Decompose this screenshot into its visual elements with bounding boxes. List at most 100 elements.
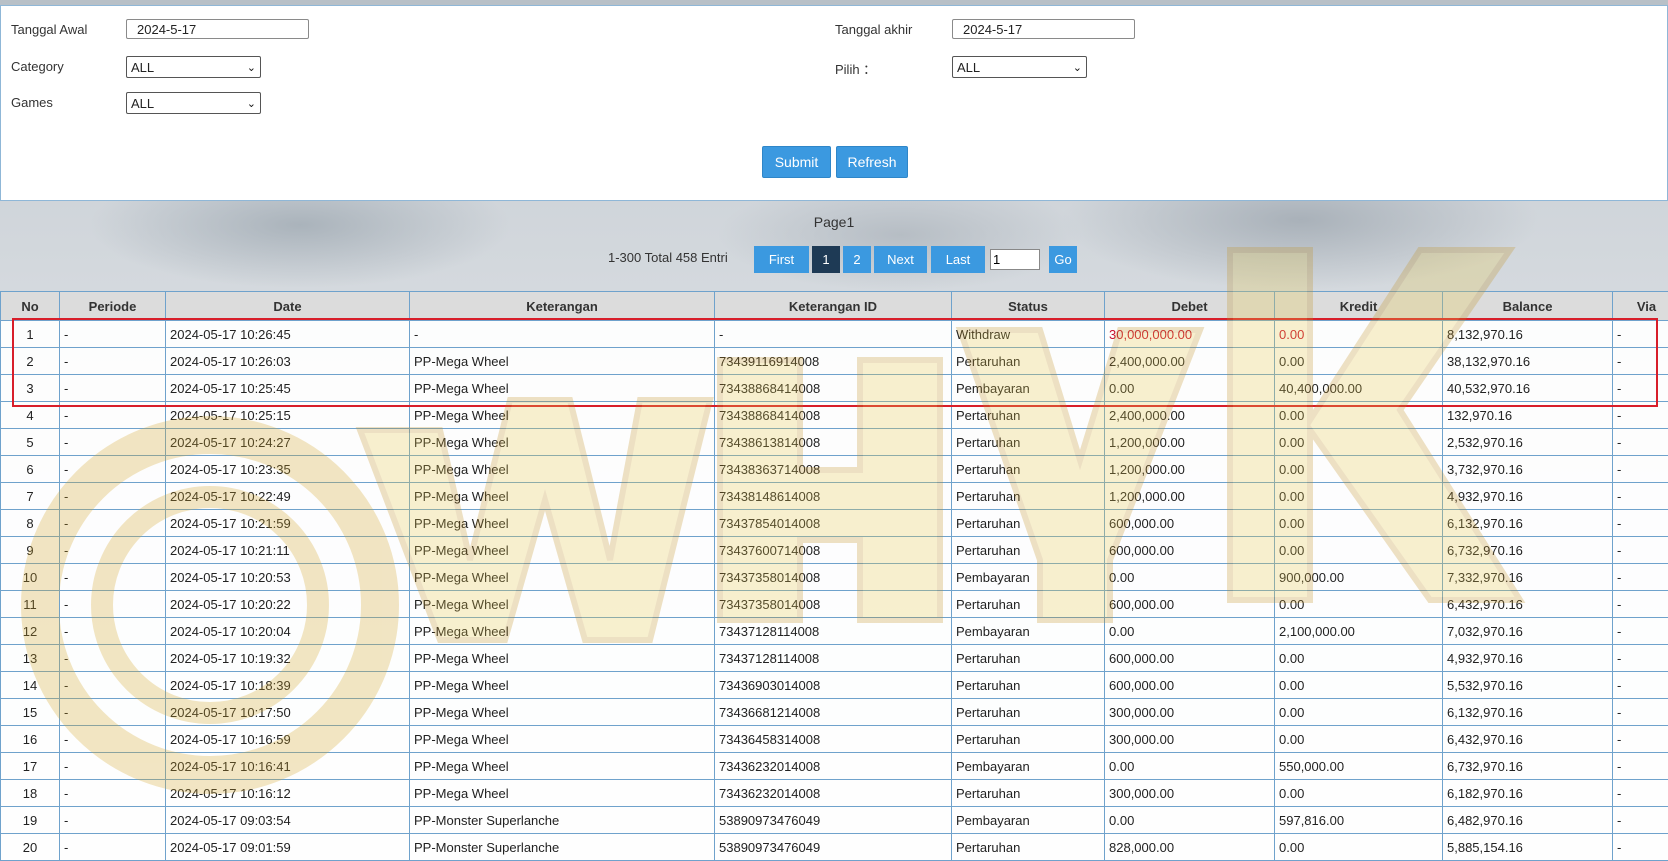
cell-keterangan-id: 73436903014008 (715, 672, 952, 699)
cell-kredit: 0.00 (1275, 321, 1443, 348)
cell-keterangan-id: 73438613814008 (715, 429, 952, 456)
cell-debet: 600,000.00 (1105, 537, 1275, 564)
cell-status: Pertaruhan (952, 510, 1105, 537)
cell-debet: 1,200,000.00 (1105, 429, 1275, 456)
page-number-input[interactable] (990, 249, 1040, 270)
header-date[interactable]: Date (166, 292, 410, 321)
end-date-label: Tanggal akhir (835, 22, 912, 37)
cell-kredit: 0.00 (1275, 645, 1443, 672)
header-status[interactable]: Status (952, 292, 1105, 321)
category-select-value: ALL (131, 60, 154, 75)
cell-keterangan: PP-Mega Wheel (410, 375, 715, 402)
cell-kredit: 0.00 (1275, 591, 1443, 618)
header-no[interactable]: No (1, 292, 60, 321)
last-page-button[interactable]: Last (931, 246, 985, 273)
cell-kredit: 0.00 (1275, 402, 1443, 429)
games-label: Games (11, 95, 53, 110)
category-label: Category (11, 59, 64, 74)
cell-balance: 3,732,970.16 (1443, 456, 1613, 483)
cell-via: - (1613, 672, 1668, 699)
table-row: 14-2024-05-17 10:18:39PP-Mega Wheel73436… (1, 672, 1668, 699)
games-select[interactable]: ALL ⌄ (126, 92, 261, 114)
cell-kredit: 2,100,000.00 (1275, 618, 1443, 645)
header-kredit[interactable]: Kredit (1275, 292, 1443, 321)
cell-keterangan-id: 73437128114008 (715, 645, 952, 672)
page-1-button[interactable]: 1 (812, 246, 840, 273)
cell-keterangan-id: 73436681214008 (715, 699, 952, 726)
category-select[interactable]: ALL ⌄ (126, 56, 261, 78)
cell-no: 5 (1, 429, 60, 456)
pilih-select[interactable]: ALL ⌄ (952, 56, 1087, 78)
cell-no: 11 (1, 591, 60, 618)
table-row: 7-2024-05-17 10:22:49PP-Mega Wheel734381… (1, 483, 1668, 510)
header-via[interactable]: Via (1613, 292, 1668, 321)
cell-debet: 600,000.00 (1105, 672, 1275, 699)
cell-no: 4 (1, 402, 60, 429)
cell-balance: 6,182,970.16 (1443, 780, 1613, 807)
header-keterangan[interactable]: Keterangan (410, 292, 715, 321)
games-select-value: ALL (131, 96, 154, 111)
header-keterangan-id[interactable]: Keterangan ID (715, 292, 952, 321)
page-2-button[interactable]: 2 (843, 246, 871, 273)
cell-keterangan: PP-Mega Wheel (410, 699, 715, 726)
start-date-input[interactable] (126, 19, 309, 39)
cell-kredit: 0.00 (1275, 780, 1443, 807)
header-balance[interactable]: Balance (1443, 292, 1613, 321)
cell-keterangan-id: 73438868414008 (715, 402, 952, 429)
cell-keterangan-id: 73439116914008 (715, 348, 952, 375)
cell-status: Pertaruhan (952, 726, 1105, 753)
header-periode[interactable]: Periode (60, 292, 166, 321)
cell-keterangan-id: 73438148614008 (715, 483, 952, 510)
go-button[interactable]: Go (1049, 246, 1077, 273)
cell-status: Pertaruhan (952, 780, 1105, 807)
cell-periode: - (60, 564, 166, 591)
cell-periode: - (60, 591, 166, 618)
cell-via: - (1613, 348, 1668, 375)
cell-balance: 6,132,970.16 (1443, 510, 1613, 537)
cell-no: 19 (1, 807, 60, 834)
cell-periode: - (60, 726, 166, 753)
cell-kredit: 0.00 (1275, 483, 1443, 510)
header-debet[interactable]: Debet (1105, 292, 1275, 321)
cell-date: 2024-05-17 10:20:04 (166, 618, 410, 645)
cell-keterangan-id: 53890973476049 (715, 834, 952, 861)
refresh-button[interactable]: Refresh (836, 146, 908, 178)
cell-keterangan: PP-Mega Wheel (410, 672, 715, 699)
cell-via: - (1613, 564, 1668, 591)
cell-balance: 132,970.16 (1443, 402, 1613, 429)
cell-keterangan-id: 73436458314008 (715, 726, 952, 753)
cell-debet: 0.00 (1105, 564, 1275, 591)
cell-via: - (1613, 807, 1668, 834)
cell-no: 6 (1, 456, 60, 483)
cell-via: - (1613, 618, 1668, 645)
table-row: 11-2024-05-17 10:20:22PP-Mega Wheel73437… (1, 591, 1668, 618)
cell-kredit: 0.00 (1275, 834, 1443, 861)
transaction-table-wrapper: No Periode Date Keterangan Keterangan ID… (0, 291, 1668, 861)
cell-periode: - (60, 645, 166, 672)
cell-keterangan-id: 53890973476049 (715, 807, 952, 834)
cell-keterangan: PP-Mega Wheel (410, 510, 715, 537)
cell-no: 1 (1, 321, 60, 348)
cell-status: Pertaruhan (952, 537, 1105, 564)
cell-keterangan: PP-Mega Wheel (410, 483, 715, 510)
cell-keterangan: PP-Mega Wheel (410, 564, 715, 591)
cell-keterangan: PP-Mega Wheel (410, 348, 715, 375)
cell-date: 2024-05-17 10:16:12 (166, 780, 410, 807)
cell-status: Pertaruhan (952, 456, 1105, 483)
cell-debet: 1,200,000.00 (1105, 456, 1275, 483)
cell-periode: - (60, 672, 166, 699)
table-row: 3-2024-05-17 10:25:45PP-Mega Wheel734388… (1, 375, 1668, 402)
cell-status: Pembayaran (952, 375, 1105, 402)
next-page-button[interactable]: Next (874, 246, 927, 273)
cell-balance: 6,482,970.16 (1443, 807, 1613, 834)
submit-button[interactable]: Submit (762, 146, 831, 178)
cell-periode: - (60, 807, 166, 834)
cell-kredit: 0.00 (1275, 456, 1443, 483)
cell-date: 2024-05-17 10:24:27 (166, 429, 410, 456)
first-page-button[interactable]: First (754, 246, 809, 273)
cell-debet: 0.00 (1105, 807, 1275, 834)
cell-via: - (1613, 537, 1668, 564)
cell-balance: 8,132,970.16 (1443, 321, 1613, 348)
end-date-input[interactable] (952, 19, 1135, 39)
cell-keterangan: PP-Mega Wheel (410, 456, 715, 483)
